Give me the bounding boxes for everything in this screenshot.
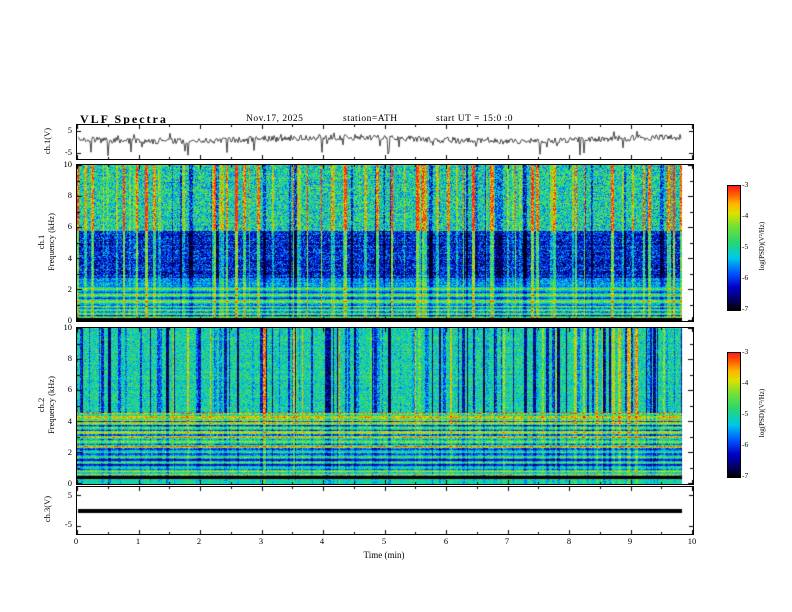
colorbar-ch1-canvas: [728, 186, 740, 310]
colorbar-tick-label: -7: [742, 471, 749, 480]
ch2-spectrogram-canvas: [77, 328, 693, 484]
y-tick-label: 0: [67, 478, 72, 488]
x-tick-label: 2: [196, 536, 202, 546]
ch1-spectrogram-canvas: [77, 165, 693, 321]
y-tick-label: 6: [67, 384, 72, 394]
ch1-spectrogram-ylabel: ch.1 Frequency (kHz): [36, 167, 56, 317]
x-tick-label: 0: [73, 536, 79, 546]
colorbar-tick-label: -7: [742, 304, 749, 313]
y-tick-label: 5: [67, 125, 72, 135]
ch1-waveform-panel: [76, 124, 694, 160]
x-tick-label: 3: [258, 536, 264, 546]
x-tick-label: 6: [443, 536, 449, 546]
y-tick-label: -5: [64, 147, 72, 157]
y-tick-label: 10: [63, 159, 73, 169]
y-tick-label: 6: [67, 221, 72, 231]
colorbar-tick-label: -3: [742, 180, 749, 189]
header-date: Nov.17, 2025: [246, 114, 304, 124]
ch2-spectrogram-channel-label: ch.2: [36, 397, 46, 413]
ch1-spectrogram-channel-label: ch.1: [36, 234, 46, 250]
ch3-waveform-canvas: [77, 487, 693, 534]
colorbar-ch2-label: log(PSD)(V²/Hz): [758, 388, 766, 438]
header-station: station=ATH: [343, 114, 398, 124]
colorbar-tick-label: -4: [742, 378, 749, 387]
y-tick-label: 4: [67, 253, 72, 263]
colorbar-tick-label: -6: [742, 273, 749, 282]
ch2-spectrogram-ylabel: ch.2 Frequency (kHz): [36, 330, 56, 480]
ch2-spectrogram-axis-label: Frequency (kHz): [46, 376, 56, 434]
colorbar-tick-label: -3: [742, 347, 749, 356]
vlf-spectra-figure: VLF Spectra Nov.17, 2025 station=ATH sta…: [0, 0, 792, 612]
x-tick-label: 8: [566, 536, 572, 546]
x-tick-label: 5: [381, 536, 387, 546]
y-tick-label: 2: [67, 284, 72, 294]
y-tick-label: 4: [67, 416, 72, 426]
colorbar-ch1: [727, 185, 741, 311]
ch1-waveform-canvas: [77, 125, 693, 159]
colorbar-ch2: [727, 352, 741, 478]
colorbar-tick-label: -5: [742, 409, 749, 418]
ch3-waveform-panel: [76, 486, 694, 535]
colorbar-tick-label: -4: [742, 211, 749, 220]
y-tick-label: 10: [63, 322, 73, 332]
y-tick-label: -5: [64, 519, 72, 529]
x-tick-label: 7: [504, 536, 510, 546]
ch1-spectrogram-panel: [76, 164, 694, 322]
header-start-ut: start UT = 15:0 :0: [436, 114, 513, 124]
x-tick-label: 9: [627, 536, 633, 546]
y-tick-label: 2: [67, 447, 72, 457]
colorbar-ch1-label: log(PSD)(V²/Hz): [758, 221, 766, 271]
ch3-waveform-ylabel: ch.3(V): [42, 495, 52, 523]
ch1-spectrogram-axis-label: Frequency (kHz): [46, 213, 56, 271]
ch1-waveform-ylabel: ch.1(V): [42, 127, 52, 155]
y-tick-label: 8: [67, 190, 72, 200]
x-tick-label: 10: [687, 536, 697, 546]
y-tick-label: 8: [67, 353, 72, 363]
colorbar-tick-label: -6: [742, 440, 749, 449]
colorbar-tick-label: -5: [742, 242, 749, 251]
colorbar-ch2-canvas: [728, 353, 740, 477]
x-axis-title: Time (min): [363, 550, 405, 560]
ch2-spectrogram-panel: [76, 327, 694, 485]
x-tick-label: 4: [319, 536, 325, 546]
x-tick-label: 1: [135, 536, 141, 546]
y-tick-label: 5: [67, 490, 72, 500]
